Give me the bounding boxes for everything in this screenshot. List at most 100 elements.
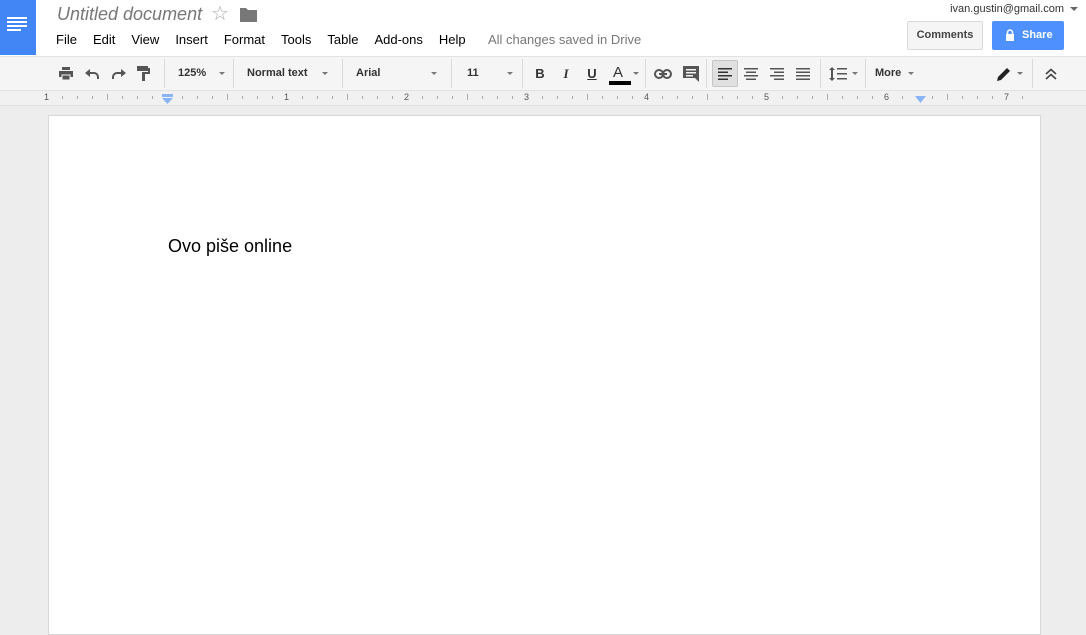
underline-button[interactable]: U — [582, 57, 602, 90]
ruler-label: 4 — [644, 92, 650, 102]
docs-logo-icon[interactable] — [0, 0, 36, 55]
ruler-tick — [1022, 96, 1023, 99]
comments-button[interactable]: Comments — [907, 21, 983, 50]
ruler-tick — [122, 96, 123, 99]
ruler-tick — [62, 96, 63, 99]
menu-bar: File Edit View Insert Format Tools Table… — [56, 32, 482, 48]
redo-icon[interactable] — [107, 57, 129, 90]
font-caret-icon — [431, 72, 437, 75]
edit-mode-icon[interactable] — [994, 57, 1014, 90]
left-indent-marker-icon[interactable] — [162, 94, 173, 104]
menu-help[interactable]: Help — [439, 32, 466, 48]
document-body-text[interactable]: Ovo piše online — [168, 236, 292, 257]
ruler-tick — [332, 96, 333, 99]
font-size-caret-icon — [507, 72, 513, 75]
ruler-tick — [827, 94, 828, 100]
more-button[interactable]: More — [875, 57, 901, 90]
text-color-caret-icon — [633, 72, 639, 75]
comment-icon[interactable] — [680, 57, 702, 90]
ruler-tick — [932, 96, 933, 99]
document-page[interactable]: Ovo piše online — [48, 115, 1041, 635]
font-size-select[interactable]: 11 — [467, 57, 479, 90]
ruler-tick — [587, 94, 588, 100]
font-select[interactable]: Arial — [356, 57, 380, 90]
line-spacing-icon[interactable] — [826, 57, 850, 90]
right-indent-marker-icon[interactable] — [915, 96, 926, 104]
ruler-tick — [452, 96, 453, 99]
menu-format[interactable]: Format — [224, 32, 265, 48]
ruler-tick — [182, 96, 183, 99]
align-center-icon[interactable] — [740, 57, 762, 90]
ruler-tick — [467, 94, 468, 100]
share-button[interactable]: Share — [992, 21, 1064, 50]
menu-table[interactable]: Table — [327, 32, 358, 48]
ruler-tick — [662, 96, 663, 99]
ruler-tick — [482, 96, 483, 99]
ruler-tick — [992, 96, 993, 99]
ruler-tick — [317, 96, 318, 99]
ruler-tick — [242, 96, 243, 99]
ruler-tick — [677, 96, 678, 99]
bold-button[interactable]: B — [530, 57, 550, 90]
ruler-tick — [797, 96, 798, 99]
ruler[interactable]: 1 1 2 3 4 5 6 7 — [0, 91, 1086, 106]
ruler-tick — [962, 96, 963, 99]
collapse-icon[interactable] — [1040, 57, 1062, 90]
menu-edit[interactable]: Edit — [93, 32, 115, 48]
header-bar: Untitled document ☆ File Edit View Inser… — [0, 0, 1086, 56]
undo-icon[interactable] — [81, 57, 103, 90]
account-email[interactable]: ivan.gustin@gmail.com — [950, 3, 1064, 15]
menu-tools[interactable]: Tools — [281, 32, 311, 48]
menu-file[interactable]: File — [56, 32, 77, 48]
ruler-tick — [977, 96, 978, 99]
edit-mode-caret-icon — [1017, 72, 1023, 75]
ruler-label: 2 — [404, 92, 410, 102]
ruler-tick — [542, 96, 543, 99]
menu-insert[interactable]: Insert — [175, 32, 208, 48]
ruler-tick — [152, 96, 153, 99]
ruler-label: 1 — [44, 92, 50, 102]
folder-icon[interactable] — [240, 7, 257, 22]
ruler-tick — [422, 96, 423, 99]
align-justify-icon[interactable] — [792, 57, 814, 90]
ruler-tick — [572, 96, 573, 99]
ruler-tick — [257, 96, 258, 99]
account-dropdown-icon[interactable] — [1070, 7, 1078, 11]
link-icon[interactable] — [652, 57, 674, 90]
ruler-tick — [497, 96, 498, 99]
print-icon[interactable] — [55, 57, 77, 90]
ruler-tick — [842, 96, 843, 99]
ruler-tick — [812, 96, 813, 99]
menu-addons[interactable]: Add-ons — [374, 32, 422, 48]
document-title[interactable]: Untitled document — [57, 4, 202, 25]
ruler-label: 7 — [1004, 92, 1010, 102]
ruler-label: 6 — [884, 92, 890, 102]
ruler-tick — [362, 96, 363, 99]
ruler-tick — [227, 94, 228, 100]
ruler-tick — [137, 96, 138, 99]
ruler-tick — [77, 96, 78, 99]
align-left-icon[interactable] — [712, 60, 738, 87]
ruler-tick — [437, 96, 438, 99]
ruler-tick — [197, 96, 198, 99]
italic-button[interactable]: I — [556, 57, 576, 90]
menu-view[interactable]: View — [131, 32, 159, 48]
text-color-letter: A — [613, 63, 624, 81]
ruler-tick — [857, 96, 858, 99]
align-right-icon[interactable] — [766, 57, 788, 90]
ruler-tick — [707, 94, 708, 100]
toolbar: 125% Normal text Arial 11 B I U A More — [0, 56, 1086, 91]
star-icon[interactable]: ☆ — [211, 3, 229, 25]
save-status[interactable]: All changes saved in Drive — [488, 32, 641, 48]
text-color-button[interactable]: A — [606, 57, 632, 90]
ruler-label: 3 — [524, 92, 530, 102]
style-caret-icon — [322, 72, 328, 75]
paint-format-icon[interactable] — [133, 57, 155, 90]
ruler-tick — [512, 96, 513, 99]
style-select[interactable]: Normal text — [247, 57, 308, 90]
ruler-tick — [617, 96, 618, 99]
ruler-tick — [872, 96, 873, 99]
zoom-select[interactable]: 125% — [178, 57, 206, 90]
line-spacing-caret-icon — [852, 72, 858, 75]
ruler-tick — [107, 94, 108, 100]
